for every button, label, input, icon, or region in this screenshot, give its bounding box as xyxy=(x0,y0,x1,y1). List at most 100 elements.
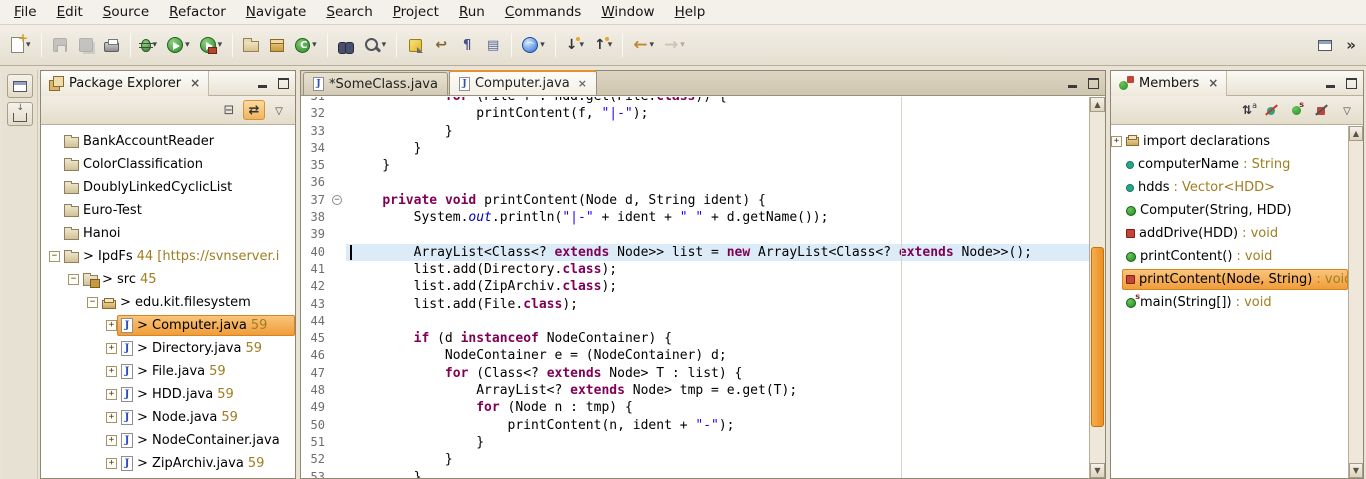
restore-editor-fastview-button[interactable] xyxy=(7,74,33,98)
toolbar-overflow-chevron-icon[interactable]: » xyxy=(1346,36,1360,54)
code-line[interactable]: 44 xyxy=(301,313,1089,330)
code-line[interactable]: 48 ArrayList<? extends Node> tmp = e.get… xyxy=(301,382,1089,399)
tree-item-computer-java[interactable]: +J> Computer.java59 xyxy=(41,314,295,337)
editor-vertical-scrollbar[interactable]: ▲ ▼ xyxy=(1089,97,1105,478)
minimize-editor-button[interactable] xyxy=(1063,75,1081,91)
new-class-button[interactable]: ▾ xyxy=(291,32,321,58)
members-view-tab[interactable]: Members × xyxy=(1111,71,1227,96)
hide-static-members-button[interactable] xyxy=(1286,100,1308,120)
search-button[interactable]: ▾ xyxy=(360,32,391,58)
show-whitespace-button[interactable] xyxy=(455,32,479,58)
member-item-computername[interactable]: computerName: String xyxy=(1111,153,1348,176)
maximize-view-button[interactable] xyxy=(1342,75,1360,91)
expand-handle-icon[interactable]: + xyxy=(106,458,117,469)
collapse-all-button[interactable] xyxy=(218,100,240,120)
code-line[interactable]: 50 printContent(n, ident + "-"); xyxy=(301,417,1089,434)
code-line[interactable]: 32 printContent(f, "|-"); xyxy=(301,105,1089,122)
dropdown-arrow-icon[interactable]: ▾ xyxy=(153,40,158,50)
tree-item-hdd-java[interactable]: +J> HDD.java59 xyxy=(41,383,295,406)
editor-tab-someclass-java[interactable]: J*SomeClass.java xyxy=(303,72,448,95)
run-button[interactable]: ▾ xyxy=(163,32,194,58)
tree-item-hanoi[interactable]: Hanoi xyxy=(41,222,295,245)
code-line[interactable]: 40 ArrayList<Class<? extends Node>> list… xyxy=(301,244,1089,261)
run-external-tools-button[interactable]: ▾ xyxy=(196,32,227,58)
new-package-button[interactable] xyxy=(265,32,289,58)
code-line[interactable]: 43 list.add(File.class); xyxy=(301,296,1089,313)
expand-handle-icon[interactable]: + xyxy=(106,343,117,354)
tree-item-nodecontainer-java[interactable]: +J> NodeContainer.java xyxy=(41,429,295,452)
tree-item-bankaccountreader[interactable]: BankAccountReader xyxy=(41,130,295,153)
menu-file[interactable]: File xyxy=(4,1,47,23)
dropdown-arrow-icon[interactable]: ▾ xyxy=(185,40,190,50)
expand-handle-icon[interactable]: + xyxy=(106,320,117,331)
tree-item-node-java[interactable]: +J> Node.java59 xyxy=(41,406,295,429)
code-line[interactable]: 47 for (Class<? extends Node> T : list) … xyxy=(301,365,1089,382)
menu-search[interactable]: Search xyxy=(316,1,382,23)
hide-non-public-members-button[interactable] xyxy=(1311,100,1333,120)
dropdown-arrow-icon[interactable]: ▾ xyxy=(312,40,317,50)
menu-refactor[interactable]: Refactor xyxy=(159,1,236,23)
menu-source[interactable]: Source xyxy=(93,1,159,23)
tree-item-ziparchiv-java[interactable]: +J> ZipArchiv.java59 xyxy=(41,452,295,475)
tree-item-doublylinkedcycliclist[interactable]: DoublyLinkedCyclicList xyxy=(41,176,295,199)
expand-handle-icon[interactable]: + xyxy=(106,435,117,446)
code-line[interactable]: 52 } xyxy=(301,451,1089,468)
dropdown-arrow-icon[interactable]: ▾ xyxy=(680,40,685,50)
editor-tab-computer-java[interactable]: JComputer.java× xyxy=(449,70,597,95)
menu-help[interactable]: Help xyxy=(665,1,716,23)
view-menu-button[interactable] xyxy=(268,100,290,120)
menu-project[interactable]: Project xyxy=(383,1,449,23)
close-view-icon[interactable]: × xyxy=(190,76,200,90)
dropdown-arrow-icon[interactable]: ▾ xyxy=(608,40,613,50)
debug-button[interactable]: ▾ xyxy=(137,32,162,58)
dropdown-arrow-icon[interactable]: ▾ xyxy=(650,40,655,50)
code-line[interactable]: 37− private void printContent(Node d, St… xyxy=(301,192,1089,209)
toolbar-customize-button[interactable] xyxy=(1313,32,1337,58)
code-line[interactable]: 51 } xyxy=(301,434,1089,451)
menu-window[interactable]: Window xyxy=(591,1,664,23)
tree-item-euro-test[interactable]: Euro-Test xyxy=(41,199,295,222)
menu-edit[interactable]: Edit xyxy=(47,1,93,23)
code-line[interactable]: 41 list.add(Directory.class); xyxy=(301,261,1089,278)
next-annotation-button[interactable]: ▾ xyxy=(562,32,588,58)
tree-item-src[interactable]: −> src45 xyxy=(41,268,295,291)
code-line[interactable]: 49 for (Node n : tmp) { xyxy=(301,399,1089,416)
expand-handle-icon[interactable]: + xyxy=(106,412,117,423)
scroll-up-arrow-icon[interactable]: ▲ xyxy=(1349,126,1363,141)
member-item-printcontent[interactable]: printContent(): void xyxy=(1111,245,1348,268)
tree-item-directory-java[interactable]: +J> Directory.java59 xyxy=(41,337,295,360)
menu-commands[interactable]: Commands xyxy=(495,1,591,23)
package-explorer-view-tab[interactable]: Package Explorer × xyxy=(41,71,209,96)
code-line[interactable]: 42 list.add(ZipArchiv.class); xyxy=(301,278,1089,295)
open-web-browser-button[interactable]: ▾ xyxy=(518,32,549,58)
member-item-printcontent-node-string[interactable]: printContent(Node, String): void xyxy=(1111,268,1348,291)
member-item-computer-string-hdd[interactable]: Computer(String, HDD) xyxy=(1111,199,1348,222)
link-with-editor-button[interactable] xyxy=(243,100,265,120)
expand-handle-icon[interactable]: + xyxy=(1111,136,1122,147)
tree-item-colorclassification[interactable]: ColorClassification xyxy=(41,153,295,176)
code-area[interactable]: 31 for (File f : hdd.get(File.class)) {3… xyxy=(301,97,1089,478)
menu-run[interactable]: Run xyxy=(449,1,495,23)
code-line[interactable]: 38 System.out.println("|-" + ident + " "… xyxy=(301,209,1089,226)
show-selected-element-button[interactable] xyxy=(481,32,505,58)
code-line[interactable]: 35 } xyxy=(301,157,1089,174)
minimize-view-button[interactable] xyxy=(253,75,271,91)
view-menu-button[interactable] xyxy=(1336,100,1358,120)
open-type-button[interactable] xyxy=(334,32,358,58)
scroll-down-arrow-icon[interactable]: ▼ xyxy=(1090,463,1105,478)
code-line[interactable]: 53 } xyxy=(301,469,1089,478)
tree-item-edu-kit-filesystem[interactable]: −> edu.kit.filesystem xyxy=(41,291,295,314)
dropdown-arrow-icon[interactable]: ▾ xyxy=(382,40,387,50)
print-button[interactable] xyxy=(100,32,124,58)
code-line[interactable]: 46 NodeContainer e = (NodeContainer) d; xyxy=(301,347,1089,364)
scroll-down-arrow-icon[interactable]: ▼ xyxy=(1349,463,1363,478)
code-line[interactable]: 33 } xyxy=(301,123,1089,140)
code-line[interactable]: 36 xyxy=(301,174,1089,191)
fold-collapse-icon[interactable]: − xyxy=(332,195,342,205)
collapse-handle-icon[interactable]: − xyxy=(87,297,98,308)
dropdown-arrow-icon[interactable]: ▾ xyxy=(540,40,545,50)
scroll-up-arrow-icon[interactable]: ▲ xyxy=(1090,97,1105,112)
expand-handle-icon[interactable]: + xyxy=(106,366,117,377)
dropdown-arrow-icon[interactable]: ▾ xyxy=(218,40,223,50)
tree-item-ipdfs[interactable]: −> IpdFs44 [https://svnserver.i xyxy=(41,245,295,268)
